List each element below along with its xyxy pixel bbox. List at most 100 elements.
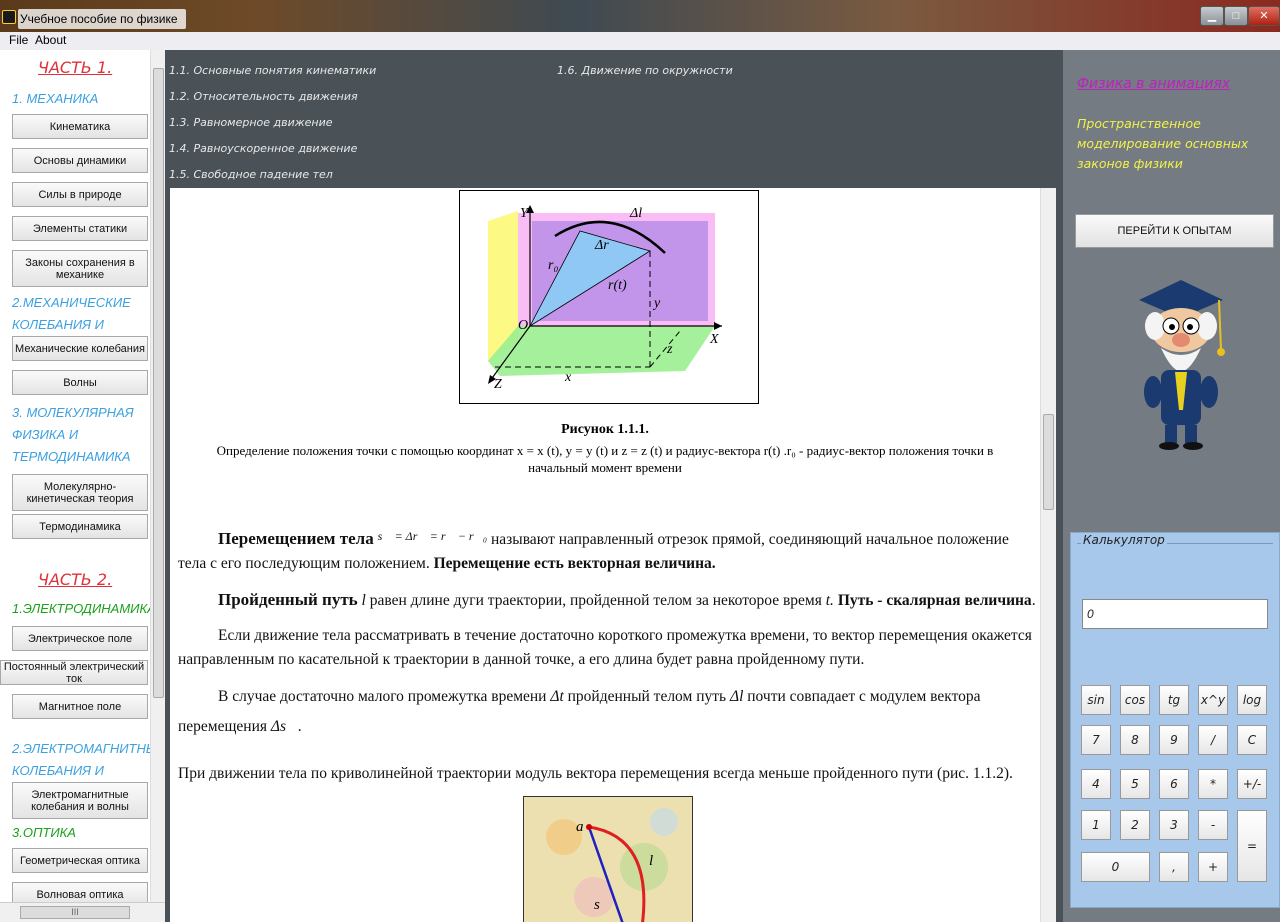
displacement-formula: s⃗ = Δr⃗ = r⃗ − r⃗₀ <box>377 529 488 543</box>
left-vertical-scrollbar[interactable] <box>150 50 165 902</box>
delta-t-symbol: Δt <box>550 688 564 705</box>
fig2-label-l: l <box>649 853 653 869</box>
coordinate-diagram: Y X Z O Δl Δr r₀ r(t) y x z <box>488 205 722 392</box>
section-electrodynamics: 1.ЭЛЕКТРОДИНАМИКА <box>12 601 156 616</box>
fig1-label-dl: Δl <box>629 206 642 221</box>
electric-field-button[interactable]: Электрическое поле <box>12 626 148 651</box>
topic-1-3[interactable]: 1.3. Равномерное движение <box>169 116 333 129</box>
topic-1-2[interactable]: 1.2. Относительность движения <box>169 90 358 103</box>
calc-3-button[interactable]: 3 <box>1159 810 1189 840</box>
conservation-laws-button[interactable]: Законы сохранения в механике <box>12 250 148 287</box>
delta-s-symbol: Δs⃗. <box>270 718 302 735</box>
mechanical-oscillations-button[interactable]: Механические колебания <box>12 336 148 361</box>
section-molecular-physics: 3. МОЛЕКУЛЯРНАЯ ФИЗИКА И ТЕРМОДИНАМИКА <box>12 405 134 464</box>
paragraph-path: Пройденный путь l равен длине дуги траек… <box>218 590 1036 609</box>
term-displacement: Перемещением тела <box>218 529 374 548</box>
forces-button[interactable]: Силы в природе <box>12 182 148 207</box>
figure-1-1-diagram: Y X Z O Δl Δr r₀ r(t) y x z <box>459 190 759 404</box>
fig1-label-z-axis: Z <box>494 377 502 392</box>
magnetic-field-button[interactable]: Магнитное поле <box>12 694 148 719</box>
waves-button[interactable]: Волны <box>12 370 148 395</box>
right-panel-description: Пространственное моделирование основных … <box>1077 116 1249 171</box>
menu-bar: File About <box>0 32 1280 50</box>
maximize-button[interactable]: □ <box>1224 6 1248 26</box>
calc-equals-button[interactable]: = <box>1237 810 1267 882</box>
paragraph-curvilinear: При движении тела по криволинейной траек… <box>178 765 1013 782</box>
calc-9-button[interactable]: 9 <box>1159 725 1189 755</box>
thermodynamics-button[interactable]: Термодинамика <box>12 514 148 539</box>
calc-minus-button[interactable]: - <box>1198 810 1228 840</box>
fig1-label-r0: r₀ <box>548 258 558 273</box>
section-optics: 3.ОПТИКА <box>12 825 76 840</box>
fig1-label-z: z <box>666 342 673 357</box>
figure-1-1-caption: Определение положения точки с помощью ко… <box>216 443 994 475</box>
left-scroll-thumb[interactable] <box>153 68 164 698</box>
paragraph-short-interval: Если движение тела рассматривать в течен… <box>178 627 1032 668</box>
calc-comma-button[interactable]: , <box>1159 852 1189 882</box>
content-area: Y X Z O Δl Δr r₀ r(t) y x z Рисунок 1.1.… <box>170 188 1056 922</box>
statics-button[interactable]: Элементы статики <box>12 216 148 241</box>
fig1-label-y: y <box>652 296 661 311</box>
content-scroll-thumb[interactable] <box>1043 414 1054 510</box>
section-mechanics: 1. МЕХАНИКА <box>12 91 99 106</box>
calculator-display[interactable]: 0 <box>1082 599 1268 629</box>
fig1-label-dr: Δr <box>594 238 609 253</box>
topic-1-4[interactable]: 1.4. Равноускоренное движение <box>169 142 357 155</box>
left-horizontal-scrollbar[interactable]: III <box>0 902 165 922</box>
term-path: Пройденный путь <box>218 590 358 609</box>
fig1-label-x: x <box>564 370 572 385</box>
minimize-button[interactable]: ▁ <box>1200 6 1224 26</box>
title-bar: Учебное пособие по физике ▁ □ ✕ <box>0 0 1280 32</box>
calc-0-button[interactable]: 0 <box>1081 852 1150 882</box>
trajectory-map: a l s <box>524 797 692 922</box>
figure-1-1-title: Рисунок 1.1.1. <box>561 422 649 437</box>
window-title: Учебное пособие по физике <box>18 9 186 29</box>
menu-file[interactable]: File <box>9 33 28 47</box>
topic-list: 1.1. Основные понятия кинематики 1.2. От… <box>165 50 1063 188</box>
fig1-label-rt: r(t) <box>608 278 627 293</box>
path-scalar-note: Путь - скалярная величина <box>837 592 1032 609</box>
left-navigation-panel: ЧАСТЬ 1. 1. МЕХАНИКА Кинематика Основы д… <box>0 50 165 922</box>
calc-sign-button[interactable]: +/- <box>1237 769 1267 799</box>
molecular-kinetic-theory-button[interactable]: Молекулярно-кинетическая теория <box>12 474 148 511</box>
calc-6-button[interactable]: 6 <box>1159 769 1189 799</box>
topic-1-5[interactable]: 1.5. Свободное падение тел <box>169 168 333 181</box>
app-icon <box>2 10 16 24</box>
geometric-optics-button[interactable]: Геометрическая оптика <box>12 848 148 873</box>
path-definition: равен длине дуги траектории, пройденной … <box>369 592 822 609</box>
time-symbol: t. <box>825 592 834 609</box>
calc-clear-button[interactable]: C <box>1237 725 1267 755</box>
physics-animations-link[interactable]: Физика в анимациях <box>1077 76 1230 92</box>
calc-4-button[interactable]: 4 <box>1081 769 1111 799</box>
left-hscroll-thumb[interactable]: III <box>20 906 130 919</box>
professor-mascot-image <box>1139 280 1225 450</box>
delta-l-symbol: Δl <box>729 688 744 705</box>
calc-sin-button[interactable]: sin <box>1081 685 1111 715</box>
calc-tg-button[interactable]: tg <box>1159 685 1189 715</box>
calc-power-button[interactable]: x^y <box>1198 685 1228 715</box>
calc-plus-button[interactable]: + <box>1198 852 1228 882</box>
calculator: Калькулятор 0 sin cos tg x^y log 7 8 9 /… <box>1070 532 1280 908</box>
menu-about[interactable]: About <box>35 33 66 47</box>
calc-log-button[interactable]: log <box>1237 685 1267 715</box>
calc-8-button[interactable]: 8 <box>1120 725 1150 755</box>
kinematics-button[interactable]: Кинематика <box>12 114 148 139</box>
calc-1-button[interactable]: 1 <box>1081 810 1111 840</box>
calc-5-button[interactable]: 5 <box>1120 769 1150 799</box>
go-to-experiments-button[interactable]: ПЕРЕЙТИ К ОПЫТАМ <box>1075 214 1274 248</box>
calc-multiply-button[interactable]: * <box>1198 769 1228 799</box>
path-symbol: l <box>361 592 366 609</box>
fig2-label-a: a <box>576 819 584 835</box>
calc-divide-button[interactable]: / <box>1198 725 1228 755</box>
direct-current-button[interactable]: Постоянный электрический ток <box>0 660 148 685</box>
em-oscillations-button[interactable]: Электромагнитные колебания и волны <box>12 782 148 819</box>
content-vertical-scrollbar[interactable] <box>1040 188 1056 922</box>
calc-2-button[interactable]: 2 <box>1120 810 1150 840</box>
topic-1-6[interactable]: 1.6. Движение по окружности <box>557 64 733 77</box>
dynamics-button[interactable]: Основы динамики <box>12 148 148 173</box>
calc-cos-button[interactable]: cos <box>1120 685 1150 715</box>
part2-heading: ЧАСТЬ 2. <box>38 570 113 589</box>
topic-1-1[interactable]: 1.1. Основные понятия кинематики <box>169 64 376 77</box>
calc-7-button[interactable]: 7 <box>1081 725 1111 755</box>
close-button[interactable]: ✕ <box>1248 6 1280 26</box>
